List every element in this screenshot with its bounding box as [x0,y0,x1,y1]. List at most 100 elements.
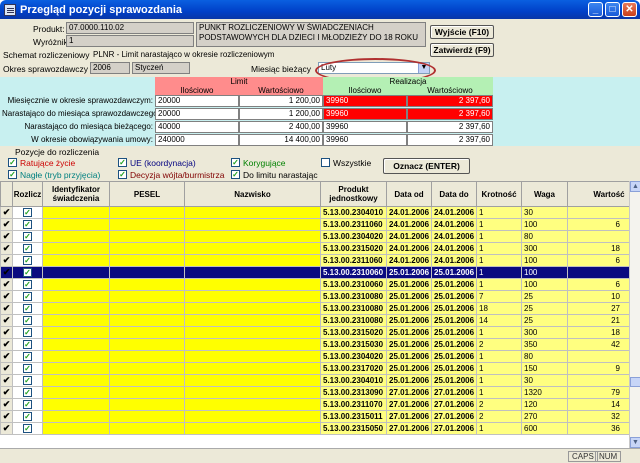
rozlicz-cell[interactable]: ✓ [12,326,43,339]
wartosc-cell[interactable]: 32 [567,410,629,423]
wartosc-cell[interactable]: 79 [567,386,629,399]
table-row[interactable]: ✔ ✓ 5.13.00.2310080 25.01.2006 25.01.2006 14 2… [0,314,629,327]
rozlicz-checkbox[interactable]: ✓ [23,208,32,218]
produkt-cell[interactable]: 5.13.00.2311070 [320,398,387,411]
data-od-cell[interactable]: 25.01.2006 [386,302,432,315]
row-indicator[interactable]: ✔ [0,302,13,315]
produkt-cell[interactable]: 5.13.00.2304020 [320,230,387,243]
waga-cell[interactable]: 80 [521,230,568,243]
rozlicz-checkbox[interactable]: ✓ [23,328,32,338]
produkt-cell[interactable]: 5.13.00.2310060 [320,278,387,291]
table-row[interactable]: ✔ ✓ 5.13.00.2315020 25.01.2006 25.01.2006 1 30… [0,326,629,339]
waga-cell[interactable]: 30 [521,374,568,387]
nazwisko-cell[interactable] [184,314,321,327]
data-od-cell[interactable]: 25.01.2006 [386,278,432,291]
nazwisko-cell[interactable] [184,230,321,243]
ue-checkbox[interactable]: ✓ [118,158,127,167]
table-row[interactable]: ✔ ✓ 5.13.00.2304020 24.01.2006 24.01.2006 1 80 [0,230,629,243]
krotnosc-cell[interactable]: 14 [476,314,522,327]
pesel-cell[interactable] [109,278,185,291]
row-indicator[interactable]: ✔ [0,398,13,411]
pesel-cell[interactable] [109,206,185,219]
rozlicz-cell[interactable]: ✓ [12,350,43,363]
pesel-cell[interactable] [109,338,185,351]
identyfikator-cell[interactable] [42,290,110,303]
wartosc-cell[interactable] [567,266,629,279]
data-od-cell[interactable]: 25.01.2006 [386,290,432,303]
data-od-cell[interactable]: 25.01.2006 [386,326,432,339]
table-row[interactable]: ✔ ✓ 5.13.00.2317020 25.01.2006 25.01.2006 1 15… [0,362,629,375]
wartosc-cell[interactable] [567,350,629,363]
rozlicz-cell[interactable]: ✓ [12,278,43,291]
identyfikator-cell[interactable] [42,302,110,315]
krotnosc-cell[interactable]: 1 [476,326,522,339]
identyfikator-cell[interactable] [42,242,110,255]
data-do-cell[interactable]: 24.01.2006 [431,206,477,219]
identyfikator-cell[interactable] [42,410,110,423]
row-indicator[interactable]: ✔ [0,314,13,327]
rozlicz-cell[interactable]: ✓ [12,266,43,279]
table-row[interactable]: ✔ ✓ 5.13.00.2315050 27.01.2006 27.01.2006 1 60… [0,422,629,435]
rozlicz-checkbox[interactable]: ✓ [23,364,32,374]
wartosc-cell[interactable]: 18 [567,326,629,339]
identyfikator-cell[interactable] [42,374,110,387]
krotnosc-cell[interactable]: 1 [476,242,522,255]
rozlicz-cell[interactable]: ✓ [12,398,43,411]
vertical-scrollbar[interactable]: ▲ ▼ [629,181,640,448]
krotnosc-cell[interactable]: 1 [476,218,522,231]
produkt-cell[interactable]: 5.13.00.2315050 [320,422,387,435]
data-do-cell[interactable]: 25.01.2006 [431,290,477,303]
data-od-cell[interactable]: 25.01.2006 [386,266,432,279]
col-header-pesel[interactable]: PESEL [109,181,185,207]
table-row[interactable]: ✔ ✓ 5.13.00.2311070 27.01.2006 27.01.2006 2 12… [0,398,629,411]
produkt-cell[interactable]: 5.13.00.2304010 [320,206,387,219]
row-indicator[interactable]: ✔ [0,218,13,231]
pesel-cell[interactable] [109,362,185,375]
wartosc-cell[interactable] [567,374,629,387]
wyjscie-button[interactable]: Wyjście (F10) [430,25,494,39]
data-od-cell[interactable]: 27.01.2006 [386,386,432,399]
nazwisko-cell[interactable] [184,302,321,315]
row-indicator[interactable]: ✔ [0,386,13,399]
rozlicz-checkbox[interactable]: ✓ [23,400,32,410]
rozlicz-checkbox[interactable]: ✓ [23,220,32,230]
table-row[interactable]: ✔ ✓ 5.13.00.2315030 25.01.2006 25.01.2006 2 35… [0,338,629,351]
produkt-cell[interactable]: 5.13.00.2315030 [320,338,387,351]
produkt-cell[interactable]: 5.13.00.2304010 [320,374,387,387]
col-header-nazwisko[interactable]: Nazwisko [184,181,321,207]
nazwisko-cell[interactable] [184,206,321,219]
pesel-cell[interactable] [109,374,185,387]
rozlicz-checkbox[interactable]: ✓ [23,424,32,434]
krotnosc-cell[interactable]: 2 [476,398,522,411]
rozlicz-checkbox[interactable]: ✓ [23,412,32,422]
data-do-cell[interactable]: 25.01.2006 [431,302,477,315]
waga-cell[interactable]: 30 [521,206,568,219]
table-row[interactable]: ✔ ✓ 5.13.00.2310060 25.01.2006 25.01.2006 1 10… [0,278,629,291]
identyfikator-cell[interactable] [42,254,110,267]
identyfikator-cell[interactable] [42,278,110,291]
pesel-cell[interactable] [109,242,185,255]
produkt-cell[interactable]: 5.13.00.2304020 [320,350,387,363]
data-do-cell[interactable]: 25.01.2006 [431,326,477,339]
minimize-button[interactable]: _ [588,2,603,17]
rozlicz-checkbox[interactable]: ✓ [23,232,32,242]
wartosc-cell[interactable]: 6 [567,278,629,291]
pesel-cell[interactable] [109,290,185,303]
data-do-cell[interactable]: 27.01.2006 [431,398,477,411]
krotnosc-cell[interactable]: 1 [476,374,522,387]
wartosc-cell[interactable] [567,206,629,219]
krotnosc-cell[interactable]: 1 [476,350,522,363]
waga-cell[interactable]: 100 [521,254,568,267]
rozlicz-checkbox[interactable]: ✓ [23,340,32,350]
identyfikator-cell[interactable] [42,218,110,231]
data-od-cell[interactable]: 25.01.2006 [386,314,432,327]
krotnosc-cell[interactable]: 1 [476,422,522,435]
ratujace-checkbox[interactable]: ✓ [8,158,17,167]
identyfikator-cell[interactable] [42,230,110,243]
rozlicz-cell[interactable]: ✓ [12,338,43,351]
row-indicator[interactable]: ✔ [0,230,13,243]
waga-cell[interactable]: 350 [521,338,568,351]
rozlicz-checkbox[interactable]: ✓ [23,280,32,290]
wartosc-cell[interactable]: 10 [567,290,629,303]
data-do-cell[interactable]: 27.01.2006 [431,386,477,399]
